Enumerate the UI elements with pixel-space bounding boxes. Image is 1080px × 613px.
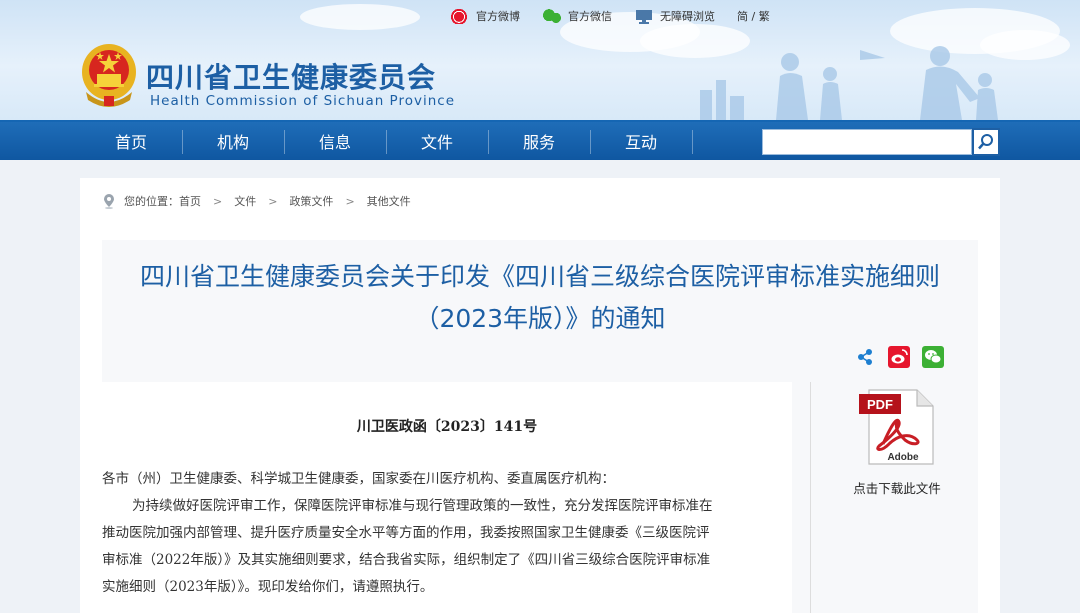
body-line: 为持续做好医院评审工作，保障医院评审标准与现行管理政策的一致性，充分发挥医院评审…	[132, 498, 713, 514]
pdf-badge-text: PDF	[867, 397, 893, 412]
accessible-label: 无障碍浏览	[660, 10, 715, 23]
document-number: 川卫医政函〔2023〕141号	[356, 419, 538, 435]
body-line: 推动医院加强内部管理、提升医疗质量安全水平等方面的作用，我委按照国家卫生健康委《…	[102, 525, 710, 541]
weibo-icon	[450, 8, 470, 24]
breadcrumb-home[interactable]: 首页	[179, 193, 201, 209]
body-line: 审标准（2022年版）》及其实施细则要求，结合我省实际，组织制定了《四川省三级综…	[102, 552, 711, 568]
main-nav: 首页 机构 信息 文件 服务 互动	[0, 120, 1080, 160]
pdf-file-icon: PDF Adobe	[859, 389, 934, 465]
weibo-label: 官方微博	[476, 10, 520, 23]
content-divider	[810, 382, 811, 613]
search-button[interactable]	[972, 128, 1000, 156]
share-wechat-button[interactable]	[922, 346, 944, 368]
nav-services[interactable]: 服务	[488, 122, 590, 160]
article-body: 四川省卫生健康委员会关于印发《四川省三级综合医院评审标准实施细则 （2023年版…	[102, 240, 978, 613]
nav-information[interactable]: 信息	[284, 122, 386, 160]
article-card: 您的位置： 首页 > 文件 > 政策文件 > 其他文件 四川省卫生健康委员会关于…	[80, 178, 1000, 613]
language-label: 简 / 繁	[737, 10, 770, 23]
breadcrumb-prefix: 您的位置：	[124, 195, 179, 208]
location-pin-icon	[104, 194, 114, 209]
attachment-download[interactable]: PDF Adobe 点击下载此文件	[827, 388, 967, 497]
salutation: 各市（州）卫生健康委、科学城卫生健康委，国家委在川医疗机构、委直属医疗机构：	[102, 471, 615, 487]
accessible-browse-link[interactable]: 无障碍浏览	[634, 8, 715, 24]
site-header: 官方微博 官方微信 无障碍浏览 简 / 繁 四川省卫生健康委员会 Health …	[0, 0, 1080, 120]
monitor-icon	[634, 8, 654, 24]
site-title-en: Health Commission of Sichuan Province	[150, 93, 456, 109]
wechat-icon	[922, 346, 944, 368]
breadcrumb-separator: >	[268, 194, 278, 208]
nav-documents[interactable]: 文件	[386, 122, 488, 160]
national-emblem-logo	[82, 44, 136, 107]
article-title-line2: （2023年版）》的通知	[414, 304, 666, 333]
breadcrumb-policy-documents[interactable]: 政策文件	[289, 193, 333, 209]
weibo-icon	[888, 346, 910, 368]
breadcrumb-other-documents[interactable]: 其他文件	[367, 193, 411, 209]
nav-institutions[interactable]: 机构	[182, 122, 284, 160]
breadcrumb: 您的位置： 首页 > 文件 > 政策文件 > 其他文件	[102, 192, 411, 210]
article-content: 川卫医政函〔2023〕141号 各市（州）卫生健康委、科学城卫生健康委，国家委在…	[102, 382, 792, 613]
article-title-line1: 四川省卫生健康委员会关于印发《四川省三级综合医院评审标准实施细则	[139, 262, 940, 291]
download-label: 点击下载此文件	[853, 481, 941, 496]
nav-interaction[interactable]: 互动	[590, 122, 692, 160]
share-bar	[842, 346, 944, 368]
breadcrumb-separator: >	[345, 194, 355, 208]
weibo-link[interactable]: 官方微博	[450, 8, 520, 24]
nav-home[interactable]: 首页	[80, 122, 182, 160]
search-input[interactable]	[762, 129, 972, 155]
wechat-icon	[542, 8, 562, 24]
top-utility-bar: 官方微博 官方微信 无障碍浏览 简 / 繁	[450, 6, 792, 26]
share-button[interactable]	[854, 346, 876, 368]
share-icon	[858, 349, 872, 365]
family-silhouette-graphic	[700, 46, 998, 120]
wechat-label: 官方微信	[568, 10, 612, 23]
share-weibo-button[interactable]	[888, 346, 910, 368]
search-icon	[978, 134, 993, 150]
breadcrumb-documents[interactable]: 文件	[234, 193, 256, 209]
wechat-link[interactable]: 官方微信	[542, 8, 612, 24]
pdf-brand-text: Adobe	[887, 452, 919, 463]
site-title-cn: 四川省卫生健康委员会	[146, 61, 437, 94]
article-title: 四川省卫生健康委员会关于印发《四川省三级综合医院评审标准实施细则 （2023年版…	[102, 256, 978, 340]
nav-divider	[692, 130, 693, 154]
body-line: 实施细则（2023年版）》。现印发给你们，请遵照执行。	[102, 579, 434, 595]
breadcrumb-separator: >	[213, 194, 223, 208]
language-toggle[interactable]: 简 / 繁	[737, 8, 770, 24]
